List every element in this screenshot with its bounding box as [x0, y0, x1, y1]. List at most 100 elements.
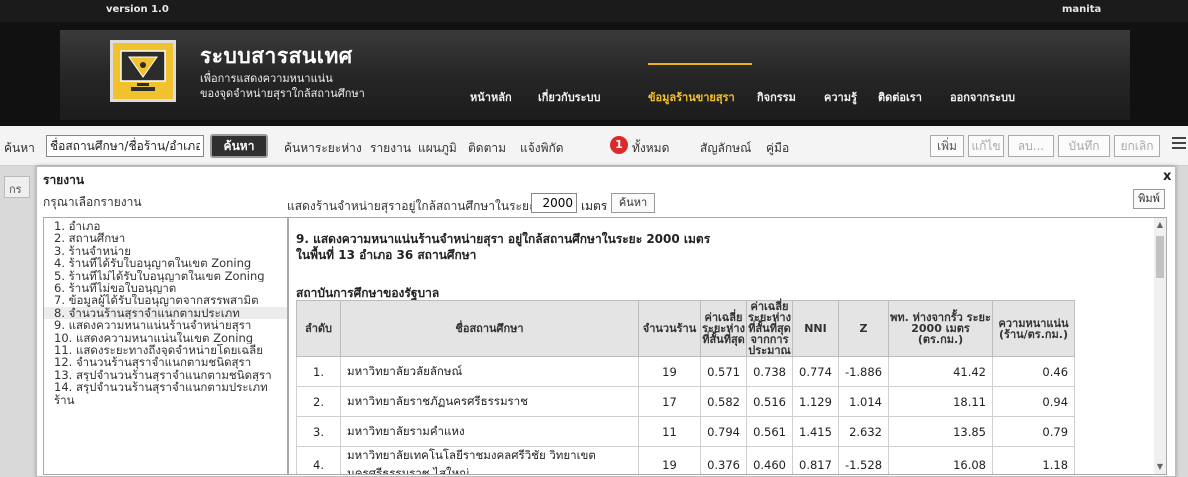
- link-legend[interactable]: สัญลักษณ์: [700, 139, 751, 158]
- nav-home[interactable]: หน้าหลัก: [470, 88, 512, 106]
- cell-no: 3.: [296, 416, 341, 447]
- radius-search-button[interactable]: ค้นหา: [611, 193, 655, 213]
- cell-no: 4.: [296, 446, 341, 474]
- report-item[interactable]: 14. สรุปจำนวนร้านสุราจำแนกตามประเภท: [44, 381, 288, 393]
- cell-z: 2.632: [837, 416, 890, 447]
- nav-knowledge[interactable]: ความรู้: [824, 88, 857, 106]
- app-subtitle-2: ของจุดจำหน่ายสุราใกล้สถานศึกษา: [200, 87, 365, 100]
- cell-nni: 0.817: [792, 446, 839, 474]
- version-label: version 1.0: [106, 4, 169, 15]
- cell-density: 1.18: [992, 446, 1076, 474]
- col-header: ชื่อสถานศึกษา: [340, 300, 639, 357]
- report-list[interactable]: 1. อำเภอ 2. สถานศึกษา 3. ร้านจำหน่าย 4. …: [43, 217, 289, 475]
- cell-avg: 0.794: [700, 416, 747, 447]
- report-item[interactable]: 6. ร้านที่ไม่ขอใบอนุญาต: [44, 282, 288, 294]
- cell-density: 0.79: [992, 416, 1076, 447]
- report-item[interactable]: 2. สถานศึกษา: [44, 232, 288, 244]
- nav-liquor-shops[interactable]: ข้อมูลร้านขายสุรา: [648, 88, 735, 106]
- radius-label: แสดงร้านจำหน่ายสุราอยู่ใกล้สถานศึกษาในระ…: [287, 199, 536, 213]
- scroll-down-icon[interactable]: ▼: [1154, 462, 1166, 471]
- report-item[interactable]: 7. ข้อมูลผู้ได้รับใบอนุญาตจากสรรพสามิต: [44, 294, 288, 306]
- cell-nni: 1.129: [792, 386, 839, 417]
- report-item[interactable]: 5. ร้านที่ไม่ได้รับใบอนุญาตในเขต Zoning: [44, 270, 288, 282]
- report-content: 9. แสดงความหนาแน่นร้านจำหน่ายสุรา อยู่ใก…: [287, 217, 1167, 475]
- radius-input[interactable]: [531, 193, 577, 213]
- print-button[interactable]: พิมพ์: [1133, 189, 1165, 209]
- cell-no: 1.: [296, 356, 341, 387]
- report-item[interactable]: 12. จำนวนร้านสุราจำแนกตามชนิดสุรา: [44, 356, 288, 368]
- top-bar: version 1.0 manita: [0, 0, 1188, 22]
- link-distance-search[interactable]: ค้นหาระยะห่าง: [284, 139, 362, 158]
- table-header-row: ลำดับ ชื่อสถานศึกษา จำนวนร้าน ค่าเฉลี่ย …: [296, 300, 1076, 357]
- delete-button[interactable]: ลบ...: [1008, 135, 1054, 157]
- logo[interactable]: [110, 40, 176, 102]
- header-inner: ระบบสารสนเทศ เพื่อการแสดงความหนาแน่น ของ…: [60, 30, 1130, 120]
- username-label[interactable]: manita: [1062, 4, 1101, 15]
- cell-area: 41.42: [888, 356, 994, 387]
- report-item-selected[interactable]: 8. จำนวนร้านสุราจำแนกตามประเภท: [44, 306, 288, 320]
- link-all[interactable]: ทั้งหมด: [632, 139, 669, 158]
- table-row[interactable]: 2. มหาวิทยาลัยราชภัฏนครศรีธรรมราช 17 0.5…: [296, 386, 1076, 417]
- link-chart[interactable]: แผนภูมิ: [418, 139, 457, 158]
- cell-est: 0.516: [746, 386, 793, 417]
- col-header: พท. ห่างจากรั้ว ระยะ 2000 เมตร (ตร.กม.): [888, 300, 994, 357]
- nav-about[interactable]: เกี่ยวกับระบบ: [538, 88, 600, 106]
- report-item[interactable]: 3. ร้านจำหน่าย: [44, 245, 288, 257]
- cell-nni: 0.774: [792, 356, 839, 387]
- cell-z: -1.528: [837, 446, 890, 474]
- map-tab[interactable]: กร: [4, 176, 30, 198]
- col-header: ลำดับ: [296, 300, 341, 357]
- report-subheading: ในพื้นที่ 13 อำเภอ 36 สถานศึกษา: [296, 248, 477, 262]
- report-item[interactable]: 10. แสดงความหนาแน่นในเขต Zoning: [44, 332, 288, 344]
- link-report-location[interactable]: แจ้งพิกัด: [520, 139, 564, 158]
- report-item[interactable]: 9. แสดงความหนาแน่นร้านจำหน่ายสุรา: [44, 319, 288, 331]
- link-report[interactable]: รายงาน: [370, 139, 411, 158]
- close-icon[interactable]: x: [1163, 169, 1171, 184]
- cell-shops: 11: [638, 416, 701, 447]
- save-button[interactable]: บันทึก: [1058, 135, 1110, 157]
- scrollbar-thumb[interactable]: [1156, 236, 1164, 278]
- cell-avg: 0.571: [700, 356, 747, 387]
- radius-unit: เมตร: [581, 199, 608, 213]
- report-item[interactable]: 1. อำเภอ: [44, 220, 288, 232]
- cell-area: 16.08: [888, 446, 994, 474]
- search-button[interactable]: ค้นหา: [210, 134, 268, 158]
- link-manual[interactable]: คู่มือ: [766, 139, 789, 158]
- cell-est: 0.738: [746, 356, 793, 387]
- table-row[interactable]: 4. มหาวิทยาลัยเทคโนโลยีราชมงคลศรีวิชัย ว…: [296, 446, 1076, 474]
- cell-area: 18.11: [888, 386, 994, 417]
- col-header: Z: [837, 300, 890, 357]
- cell-name: มหาวิทยาลัยเทคโนโลยีราชมงคลศรีวิชัย วิทย…: [340, 446, 639, 474]
- nav-contact[interactable]: ติดต่อเรา: [878, 88, 922, 106]
- cell-shops: 19: [638, 446, 701, 474]
- search-label: ค้นหา: [4, 141, 35, 155]
- edit-button[interactable]: แก้ไข: [968, 135, 1004, 157]
- report-dialog: รายงาน x กรุณาเลือกรายงาน พิมพ์ แสดงร้าน…: [36, 166, 1176, 477]
- nav-activities[interactable]: กิจกรรม: [757, 88, 796, 106]
- table-row[interactable]: 3. มหาวิทยาลัยรามคำแหง 11 0.794 0.561 1.…: [296, 416, 1076, 447]
- search-input[interactable]: [46, 135, 204, 157]
- notification-badge[interactable]: 1: [610, 136, 628, 154]
- cell-z: 1.014: [837, 386, 890, 417]
- nav-logout[interactable]: ออกจากระบบ: [950, 88, 1015, 106]
- table-row[interactable]: 1. มหาวิทยาลัยวลัยลักษณ์ 19 0.571 0.738 …: [296, 356, 1076, 387]
- col-header: ค่าเฉลี่ย ระยะห่าง ที่สั้นที่สุด: [700, 300, 747, 357]
- report-prompt: กรุณาเลือกรายงาน: [43, 195, 142, 209]
- cancel-button[interactable]: ยกเลิก: [1114, 135, 1160, 157]
- report-item[interactable]: ร้าน: [44, 394, 288, 406]
- link-tracking[interactable]: ติดตาม: [468, 139, 506, 158]
- cell-avg: 0.376: [700, 446, 747, 474]
- cell-density: 0.46: [992, 356, 1076, 387]
- col-header: จำนวนร้าน: [638, 300, 701, 357]
- report-item[interactable]: 4. ร้านที่ได้รับใบอนุญาตในเขต Zoning: [44, 257, 288, 269]
- scroll-up-icon[interactable]: ▲: [1154, 220, 1166, 229]
- cell-name: มหาวิทยาลัยวลัยลักษณ์: [340, 356, 639, 387]
- col-header: ความหนาแน่น (ร้าน/ตร.กม.): [992, 300, 1076, 357]
- cell-name: มหาวิทยาลัยราชภัฏนครศรีธรรมราช: [340, 386, 639, 417]
- add-button[interactable]: เพิ่ม: [930, 135, 964, 157]
- cell-no: 2.: [296, 386, 341, 417]
- report-item[interactable]: 13. สรุปจำนวนร้านสุราจำแนกตามชนิดสุรา: [44, 369, 288, 381]
- report-item[interactable]: 11. แสดงระยะทางถึงจุดจำหน่ายโดยเฉลี่ย: [44, 344, 288, 356]
- hamburger-menu-icon[interactable]: [1172, 137, 1186, 151]
- cell-name-line1: มหาวิทยาลัยเทคโนโลยีราชมงคลศรีวิชัย วิทย…: [347, 448, 596, 462]
